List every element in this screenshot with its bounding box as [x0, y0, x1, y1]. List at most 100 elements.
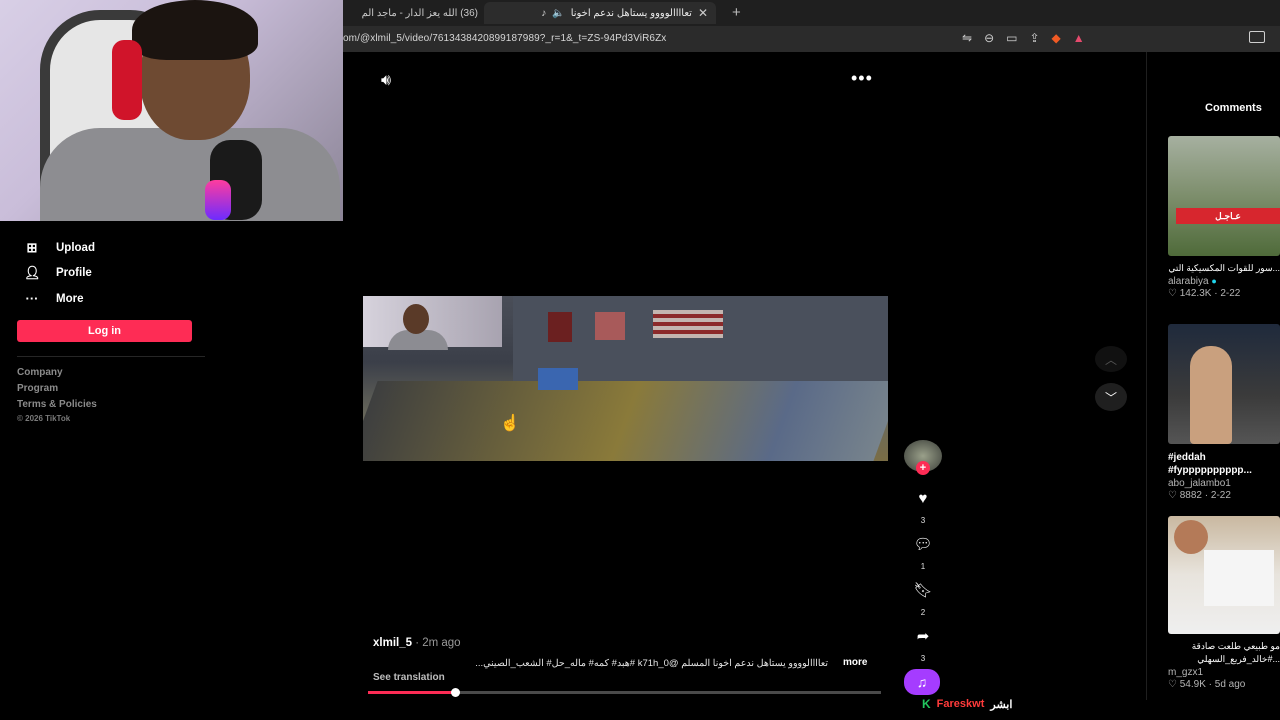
- sidebar-item-profile[interactable]: 👤︎ Profile: [24, 265, 92, 281]
- video-webcam-head: [403, 304, 429, 334]
- music-disc-icon[interactable]: ♫: [904, 669, 940, 695]
- comment-count: 1: [920, 562, 926, 571]
- comments-tab[interactable]: Comments: [1205, 102, 1262, 114]
- stream-chat-overlay: K Fareskwt ابشر: [922, 697, 1012, 711]
- like-count: 142.3K: [1179, 288, 1212, 299]
- recommended-title[interactable]: ...سور للقوات المكسيكية التي باركت في عم…: [1168, 262, 1280, 275]
- url-field[interactable]: om/@xlmil_5/video/7613438420899187989?_r…: [343, 33, 666, 44]
- sidebar-item-more[interactable]: ··· More: [24, 291, 84, 306]
- more-options-icon[interactable]: •••: [851, 68, 873, 89]
- sidebar-toggle-icon[interactable]: [1249, 31, 1265, 43]
- recommended-video[interactable]: عـاجـل ...سور للقوات المكسيكية التي بارك…: [1168, 136, 1280, 299]
- microphone-light: [205, 180, 231, 220]
- post-date: 5d ago: [1214, 679, 1246, 690]
- share-icon[interactable]: ⇪: [1029, 31, 1039, 45]
- new-tab-button[interactable]: +: [732, 4, 741, 21]
- speaker-icon[interactable]: 🔈: [552, 8, 564, 19]
- follow-plus-icon[interactable]: +: [916, 461, 930, 475]
- video-author[interactable]: xlmil_5 · 2m ago: [373, 637, 461, 649]
- post-time: · 2m ago: [412, 637, 461, 649]
- heart-icon: ♥: [918, 489, 928, 507]
- save-button[interactable]: 🔖︎: [905, 573, 941, 607]
- rewards-icon[interactable]: ▲: [1073, 31, 1085, 45]
- video-scene-poster: [548, 312, 572, 342]
- footer-link-terms[interactable]: Terms & Policies: [17, 399, 97, 410]
- previous-video-button[interactable]: ︿: [1095, 346, 1127, 372]
- thumbnail-paper: [1204, 550, 1274, 606]
- video-thumbnail[interactable]: [1168, 324, 1280, 444]
- like-count: 54.9K: [1179, 679, 1206, 690]
- footer-link-company[interactable]: Company: [17, 367, 63, 378]
- person-icon: 👤︎: [24, 265, 41, 280]
- brave-shield-icon[interactable]: ◆: [1052, 31, 1061, 45]
- recommended-user[interactable]: abo_jalambo1: [1168, 478, 1280, 489]
- login-button[interactable]: Log in: [17, 320, 192, 342]
- save-count: 2: [920, 608, 926, 617]
- see-translation-link[interactable]: See translation: [373, 672, 445, 683]
- video-player[interactable]: [363, 296, 888, 461]
- post-date: 2-22: [1210, 490, 1231, 501]
- video-caption: تعاااالوووو يستاهل ندعم اخونا المسلم @k7…: [475, 658, 828, 669]
- thumbnail-face: [1174, 520, 1208, 554]
- recommended-stats: ♡ 142.3K · 2-22: [1168, 288, 1241, 299]
- sidebar-divider: [17, 356, 205, 357]
- recommended-user[interactable]: alarabiya ●: [1168, 276, 1280, 287]
- share-arrow-icon: ➦: [916, 628, 930, 645]
- streamer-hair: [132, 0, 258, 60]
- cast-icon[interactable]: ▭: [1006, 31, 1017, 45]
- recommended-title[interactable]: #jeddah #fypppppppppp...: [1168, 451, 1280, 477]
- more-dots-icon: ···: [25, 291, 39, 306]
- footer-link-program[interactable]: Program: [17, 383, 58, 394]
- comment-button[interactable]: 💬︎: [905, 527, 941, 561]
- thumbnail-banner: عـاجـل: [1176, 208, 1280, 224]
- caption-more-button[interactable]: more: [843, 657, 867, 668]
- chat-username: Fareskwt: [936, 698, 985, 710]
- video-progress-bar[interactable]: [368, 688, 881, 697]
- zoom-icon[interactable]: ⊖: [984, 31, 994, 45]
- share-count: 3: [920, 654, 926, 663]
- recommended-user[interactable]: m_gzx1: [1168, 667, 1280, 678]
- post-date: 2-22: [1220, 288, 1241, 299]
- like-count: 8882: [1179, 490, 1202, 501]
- copyright: © 2026 TikTok: [17, 414, 71, 423]
- verified-badge-icon: ●: [1211, 276, 1217, 286]
- recommended-stats: ♡ 54.9K · 5d ago: [1168, 679, 1246, 690]
- share-button[interactable]: ➦: [905, 619, 941, 653]
- panel-divider: [1146, 52, 1147, 700]
- comment-icon: 💬︎: [913, 536, 933, 553]
- like-button[interactable]: ♥: [905, 481, 941, 515]
- chevron-down-icon: ﹀: [1104, 390, 1117, 405]
- hand-cursor-icon: ☝: [500, 415, 520, 432]
- recommended-title[interactable]: مو طبيعي طلعت صادقة ...#خالد_فريع_السهلي: [1168, 640, 1280, 666]
- tab-inactive[interactable]: (36) الله يعز الدار - ماجد الم: [342, 2, 478, 24]
- toolbar-icons: ⇋ ⊖ ▭ ⇪ ◆ ▲: [962, 31, 1085, 45]
- video-progress-knob[interactable]: [451, 688, 461, 697]
- username[interactable]: alarabiya: [1168, 276, 1209, 287]
- recommended-video[interactable]: مو طبيعي طلعت صادقة ...#خالد_فريع_السهلي…: [1168, 516, 1280, 690]
- chat-badge: K: [922, 697, 931, 711]
- chevron-up-icon: ︿: [1104, 352, 1117, 367]
- close-tab-icon[interactable]: ✕: [698, 6, 708, 20]
- plus-square-icon: ⊞: [26, 240, 38, 255]
- translate-icon[interactable]: ⇋: [962, 31, 972, 45]
- sidebar-item-label: Upload: [56, 242, 95, 254]
- recommended-video[interactable]: #jeddah #fypppppppppp... abo_jalambo1 ♡ …: [1168, 324, 1280, 501]
- video-scene-floor: [363, 381, 888, 461]
- sidebar-item-label: More: [56, 292, 84, 305]
- recommended-stats: ♡ 8882 · 2-22: [1168, 490, 1231, 501]
- bookmark-icon: 🔖︎: [913, 582, 933, 599]
- next-video-button[interactable]: ﹀: [1095, 383, 1127, 411]
- webcam-overlay: [0, 0, 343, 221]
- chat-message: ابشر: [990, 698, 1013, 711]
- author-name[interactable]: xlmil_5: [373, 637, 412, 649]
- tab-active[interactable]: ✕ تعاااالوووو يستاهل ندعم اخونا 🔈 ♪: [484, 2, 716, 24]
- tiktok-favicon-icon: ♪: [541, 7, 547, 19]
- video-thumbnail[interactable]: عـاجـل: [1168, 136, 1280, 256]
- sidebar-item-label: Profile: [56, 267, 92, 279]
- tab-title: (36) الله يعز الدار - ماجد الم: [361, 7, 478, 19]
- sidebar-item-upload[interactable]: ⊞ Upload: [24, 240, 95, 256]
- headset: [112, 40, 142, 120]
- video-thumbnail[interactable]: [1168, 516, 1280, 634]
- video-scene-poster: [595, 312, 625, 340]
- volume-icon[interactable]: 🔊︎: [381, 72, 391, 90]
